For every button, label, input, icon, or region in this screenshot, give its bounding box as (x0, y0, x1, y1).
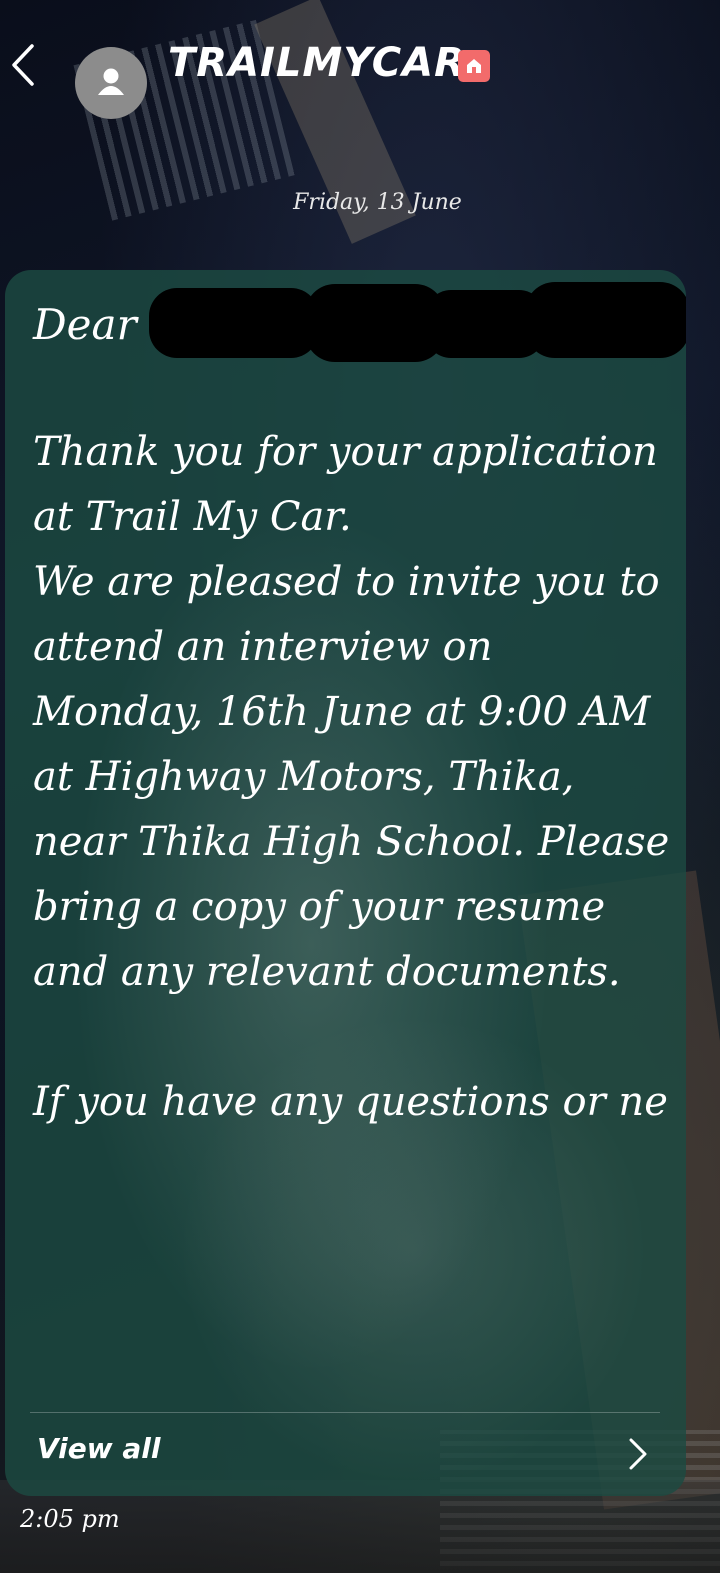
message-greeting: Dear (33, 300, 137, 349)
person-icon (98, 68, 124, 95)
redaction-mark (305, 284, 445, 362)
contact-avatar[interactable] (75, 47, 147, 119)
view-all-link[interactable]: View all (37, 1432, 160, 1465)
redaction-mark (149, 288, 319, 358)
home-icon (458, 50, 490, 82)
message-body: Thank you for your application at Trail … (33, 429, 670, 1125)
date-separator: Friday, 13 June (293, 190, 462, 215)
contact-name[interactable]: TRAILMYCAR (168, 40, 466, 86)
chevron-right-icon[interactable] (623, 1432, 653, 1476)
redaction-mark (525, 282, 686, 358)
bubble-divider (30, 1412, 660, 1413)
message-timestamp: 2:05 pm (20, 1505, 120, 1533)
chevron-left-icon[interactable] (6, 42, 42, 88)
conversation-header: TRAILMYCAR (0, 22, 720, 119)
message-bubble[interactable]: Dear Thank you for your application at T… (5, 270, 686, 1496)
